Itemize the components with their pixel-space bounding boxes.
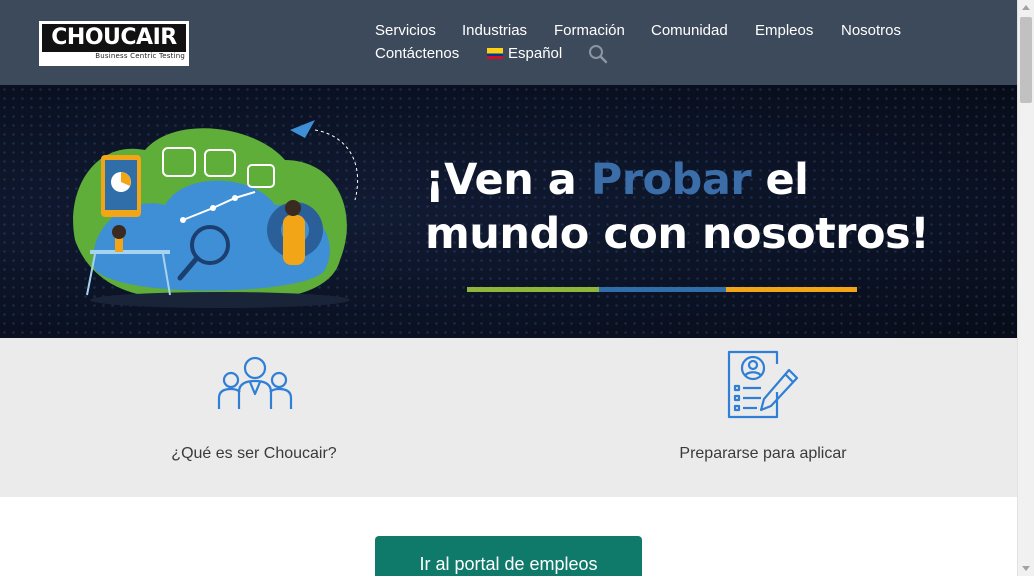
nav-item-comunidad[interactable]: Comunidad <box>651 21 728 41</box>
hero-line1-pre: ¡Ven a <box>425 155 591 205</box>
testing-illustration <box>73 120 359 308</box>
nav-item-contactenos[interactable]: Contáctenos <box>375 44 459 64</box>
hero-bar-orange <box>726 287 857 292</box>
team-icon[interactable] <box>217 354 293 410</box>
logo-wordmark: CHOUCAIR <box>42 24 186 52</box>
nav-item-servicios[interactable]: Servicios <box>375 21 436 41</box>
site-header: CHOUCAIR Business Centric Testing Servic… <box>0 0 1017 85</box>
nav-item-empleos[interactable]: Empleos <box>755 21 813 41</box>
logo-tagline: Business Centric Testing <box>95 52 185 60</box>
search-icon[interactable] <box>588 44 608 64</box>
hero-line1-post: el <box>751 155 809 205</box>
language-label: Español <box>508 45 563 62</box>
resume-pencil-icon[interactable] <box>727 350 799 420</box>
feature-que-es-choucair[interactable]: ¿Qué es ser Choucair? <box>104 445 404 463</box>
hero-headline: ¡Ven a Probar el mundo con nosotros! <box>425 153 945 261</box>
scrollbar-thumb[interactable] <box>1020 17 1032 103</box>
nav-item-formacion[interactable]: Formación <box>554 21 625 41</box>
hero-line1-accent: Probar <box>590 155 752 205</box>
hero-bar-blue <box>599 287 726 292</box>
features-section: ¿Qué es ser Choucair? Prepararse para ap… <box>0 338 1017 497</box>
hero-line2: mundo con nosotros! <box>425 209 930 259</box>
hero-bar-green <box>467 287 599 292</box>
nav-item-nosotros[interactable]: Nosotros <box>841 21 901 41</box>
feature-prepararse-aplicar[interactable]: Prepararse para aplicar <box>613 445 913 463</box>
hero-banner: ¡Ven a Probar el mundo con nosotros! <box>0 85 1017 338</box>
language-selector[interactable]: Español <box>487 44 562 64</box>
choucair-logo[interactable]: CHOUCAIR Business Centric Testing <box>39 21 189 66</box>
nav-item-industrias[interactable]: Industrias <box>462 21 527 41</box>
scroll-up-arrow-icon[interactable] <box>1022 5 1030 10</box>
colombia-flag-icon <box>487 48 503 59</box>
job-portal-button[interactable]: Ir al portal de empleos <box>375 536 642 576</box>
scroll-down-arrow-icon[interactable] <box>1022 566 1030 571</box>
vertical-scrollbar[interactable] <box>1017 0 1034 576</box>
